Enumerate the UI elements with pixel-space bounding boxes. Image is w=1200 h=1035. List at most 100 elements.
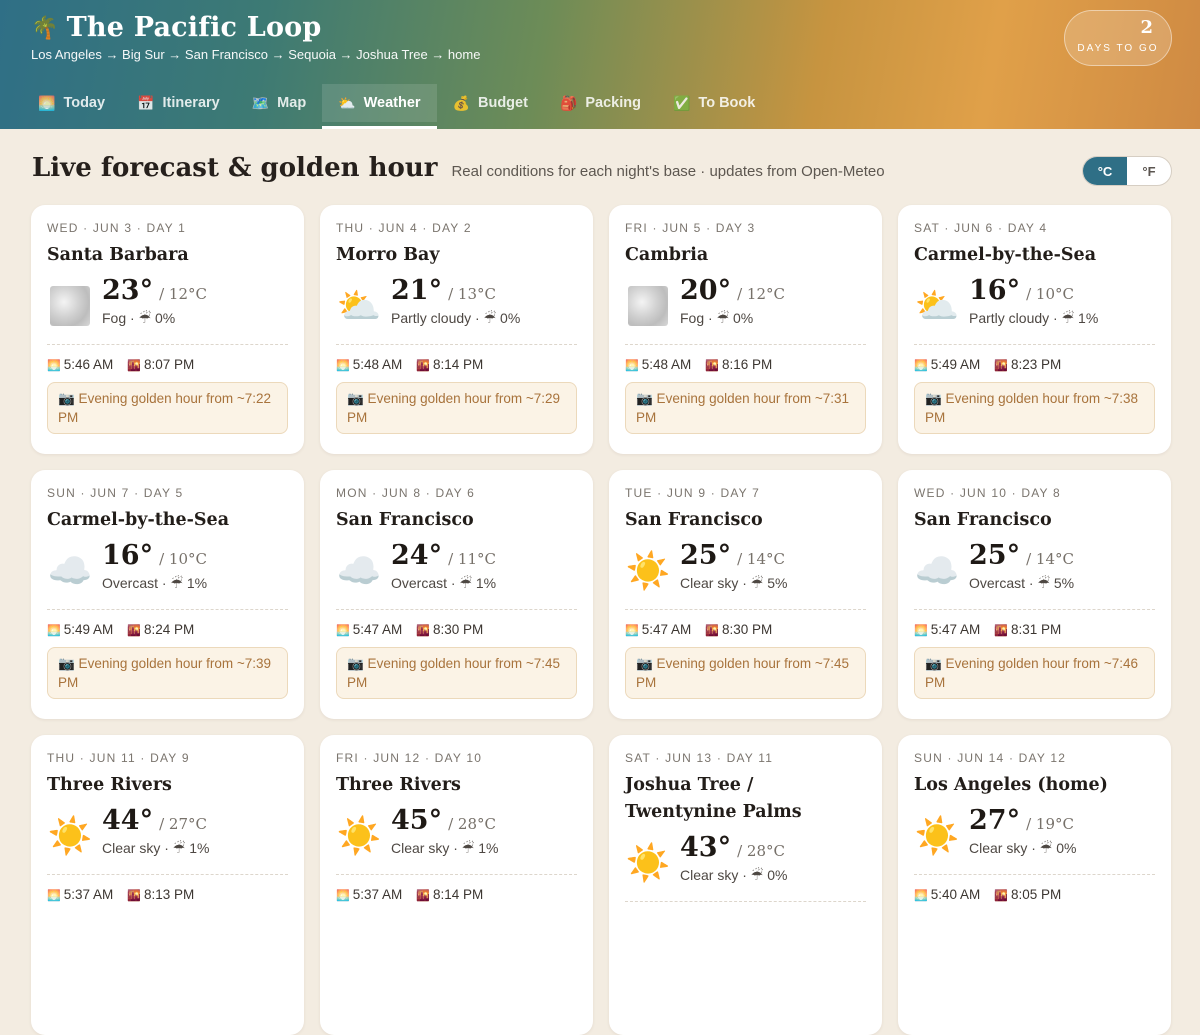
weather-details: 23° / 12°C Fog · ☔ 0%	[102, 275, 207, 327]
temperatures: 23° / 12°C	[102, 275, 207, 306]
card-divider	[625, 344, 866, 345]
low-temp: / 12°C	[737, 285, 785, 303]
condition-text: Overcast · ☔ 1%	[102, 575, 208, 591]
sun-times: 🌅 5:49 AM 🌇 8:23 PM	[914, 357, 1155, 372]
fahrenheit-button[interactable]: °F	[1127, 157, 1171, 185]
sunrise-icon: 🌅	[914, 625, 928, 637]
sunset-time: 🌇 8:16 PM	[705, 357, 773, 372]
sunset-icon: 🌇	[127, 625, 141, 637]
tab-to-book[interactable]: ✅ To Book	[657, 84, 771, 122]
sunset-time: 🌇 8:24 PM	[127, 622, 195, 637]
tab-itinerary[interactable]: 📅 Itinerary	[121, 84, 236, 122]
temperatures: 20° / 12°C	[680, 275, 785, 306]
high-temp: 27°	[969, 805, 1021, 836]
temperatures: 21° / 13°C	[391, 275, 520, 306]
sunrise-time: 🌅 5:40 AM	[914, 887, 981, 902]
tab-label: Packing	[585, 95, 641, 111]
weather-details: 25° / 14°C Overcast · ☔ 5%	[969, 540, 1074, 592]
forecast-card[interactable]: SAT · JUN 13 · DAY 11 Joshua Tree / Twen…	[609, 735, 882, 1035]
sunset-icon: 🌇	[416, 890, 430, 902]
condition-text: Partly cloudy · ☔ 0%	[391, 310, 521, 326]
weather-details: 21° / 13°C Partly cloudy · ☔ 0%	[391, 275, 520, 327]
sunset-icon: 🌇	[705, 625, 719, 637]
cloud-icon: ☁️	[914, 550, 960, 591]
weather-icon: ⛅	[338, 94, 356, 111]
forecast-card[interactable]: MON · JUN 8 · DAY 6 San Francisco ☁️ 24°…	[320, 470, 593, 719]
card-location: Cambria	[625, 245, 709, 265]
tab-budget[interactable]: 💰 Budget	[437, 84, 544, 122]
card-date: SUN · JUN 14 · DAY 12	[914, 751, 1067, 765]
sunrise-time: 🌅 5:37 AM	[336, 887, 403, 902]
golden-hour-note: 📷 Evening golden hour from ~7:45 PM	[625, 647, 866, 699]
sunset-icon: 🌇	[705, 360, 719, 372]
card-divider	[47, 874, 288, 875]
forecast-card[interactable]: WED · JUN 3 · DAY 1 Santa Barbara 23° / …	[31, 205, 304, 454]
backpack-icon: 🎒	[559, 94, 578, 111]
tab-map[interactable]: 🗺️ Map	[236, 84, 322, 122]
card-date: WED · JUN 3 · DAY 1	[47, 221, 187, 235]
sun-times: 🌅 5:48 AM 🌇 8:16 PM	[625, 357, 866, 372]
card-divider	[47, 609, 288, 610]
sun-icon: ☀️	[47, 815, 93, 856]
sunset-icon: 🌇	[127, 890, 141, 902]
card-divider	[336, 874, 577, 875]
card-date: THU · JUN 4 · DAY 2	[336, 221, 472, 235]
sun-times: 🌅 5:37 AM 🌇 8:13 PM	[47, 887, 288, 902]
sunrise-icon: 🌅	[47, 625, 61, 637]
tab-weather[interactable]: ⛅ Weather	[322, 84, 437, 129]
tab-today[interactable]: 🌅 Today	[22, 84, 121, 122]
temperatures: 44° / 27°C	[102, 805, 209, 836]
card-date: WED · JUN 10 · DAY 8	[914, 486, 1061, 500]
condition-text: Fog · ☔ 0%	[680, 310, 754, 326]
forecast-card[interactable]: SUN · JUN 14 · DAY 12 Los Angeles (home)…	[898, 735, 1171, 1035]
high-temp: 24°	[391, 540, 443, 571]
app-title[interactable]: 🌴 The Pacific Loop	[31, 12, 480, 43]
weather-details: 44° / 27°C Clear sky · ☔ 1%	[102, 805, 209, 857]
card-date: THU · JUN 11 · DAY 9	[47, 751, 190, 765]
golden-hour-note: 📷 Evening golden hour from ~7:39 PM	[47, 647, 288, 699]
weather-icon-wrap: ☀️	[336, 813, 382, 859]
days-to-go-badge: 2 DAYS TO GO	[1064, 10, 1172, 66]
celsius-button[interactable]: °C	[1083, 157, 1127, 185]
temperatures: 16° / 10°C	[969, 275, 1098, 306]
page-subtitle: Real conditions for each night's base · …	[451, 163, 885, 180]
card-location: San Francisco	[625, 510, 763, 530]
section-header: Live forecast & golden hour Real conditi…	[32, 153, 1172, 183]
high-temp: 44°	[102, 805, 154, 836]
tab-packing[interactable]: 🎒 Packing	[544, 84, 657, 122]
forecast-card[interactable]: THU · JUN 11 · DAY 9 Three Rivers ☀️ 44°…	[31, 735, 304, 1035]
sunrise-time: 🌅 5:47 AM	[625, 622, 692, 637]
sunrise-icon: 🌅	[914, 360, 928, 372]
card-location: Carmel-by-the-Sea	[914, 245, 1097, 265]
sun-times: 🌅 5:47 AM 🌇 8:30 PM	[625, 622, 866, 637]
cloud-icon: ☁️	[47, 550, 93, 591]
card-date: SUN · JUN 7 · DAY 5	[47, 486, 184, 500]
sun-icon: ☀️	[625, 550, 671, 591]
sun-icon: ☀️	[914, 815, 960, 856]
sunrise-icon: 🌅	[336, 360, 350, 372]
forecast-card[interactable]: WED · JUN 10 · DAY 8 San Francisco ☁️ 25…	[898, 470, 1171, 719]
high-temp: 23°	[102, 275, 154, 306]
forecast-card[interactable]: FRI · JUN 12 · DAY 10 Three Rivers ☀️ 45…	[320, 735, 593, 1035]
golden-hour-note: 📷 Evening golden hour from ~7:29 PM	[336, 382, 577, 434]
temperatures: 43° / 28°C	[680, 832, 787, 863]
high-temp: 45°	[391, 805, 443, 836]
card-location: Carmel-by-the-Sea	[47, 510, 230, 530]
forecast-card[interactable]: FRI · JUN 5 · DAY 3 Cambria 20° / 12°C F…	[609, 205, 882, 454]
sunrise-time: 🌅 5:37 AM	[47, 887, 114, 902]
low-temp: / 13°C	[448, 285, 496, 303]
golden-hour-note: 📷 Evening golden hour from ~7:45 PM	[336, 647, 577, 699]
sun-times: 🌅 5:37 AM 🌇 8:14 PM	[336, 887, 577, 902]
sun-times: 🌅 5:49 AM 🌇 8:24 PM	[47, 622, 288, 637]
weather-summary: ☀️ 25° / 14°C Clear sky · ☔ 5%	[625, 540, 866, 594]
days-to-go-count: 2	[1140, 17, 1153, 38]
weather-summary: ☁️ 24° / 11°C Overcast · ☔ 1%	[336, 540, 577, 594]
forecast-card[interactable]: THU · JUN 4 · DAY 2 Morro Bay ⛅ 21° / 13…	[320, 205, 593, 454]
sunset-time: 🌇 8:05 PM	[994, 887, 1062, 902]
forecast-card[interactable]: SUN · JUN 7 · DAY 5 Carmel-by-the-Sea ☁️…	[31, 470, 304, 719]
forecast-card[interactable]: SAT · JUN 6 · DAY 4 Carmel-by-the-Sea ⛅ …	[898, 205, 1171, 454]
card-location: Three Rivers	[47, 775, 172, 795]
sunrise-icon: 🌅	[47, 890, 61, 902]
weather-details: 25° / 14°C Clear sky · ☔ 5%	[680, 540, 787, 592]
forecast-card[interactable]: TUE · JUN 9 · DAY 7 San Francisco ☀️ 25°…	[609, 470, 882, 719]
